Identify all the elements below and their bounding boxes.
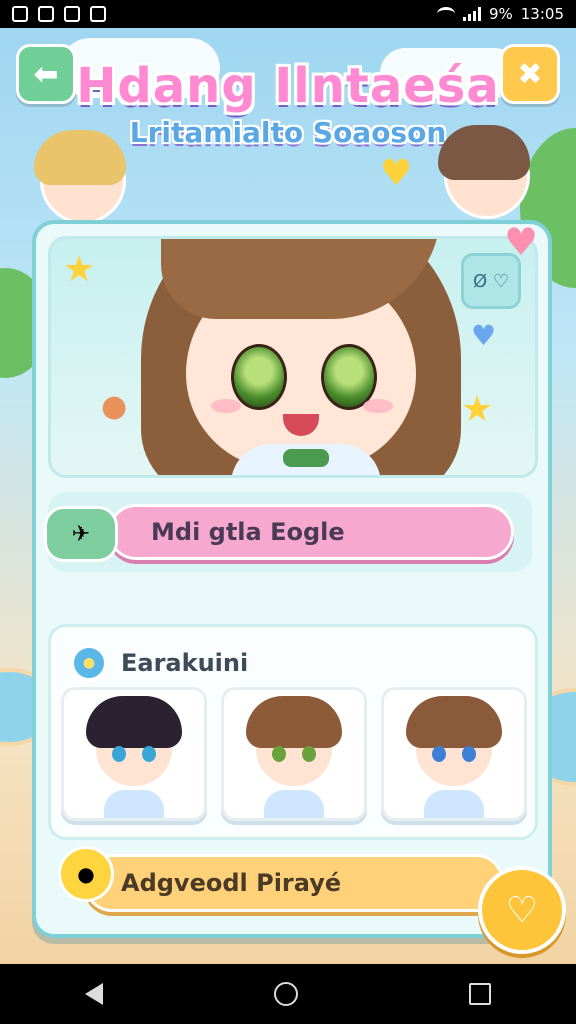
secondary-action-label: Adgveodl Pirayé (121, 869, 342, 897)
secondary-action-button[interactable]: Adgveodl Pirayé (84, 854, 504, 912)
card-eye (432, 746, 446, 762)
primary-action-button[interactable]: Mdi gtla Eogle (108, 504, 514, 560)
notification-icon (38, 6, 54, 22)
side-character-left (34, 130, 126, 224)
section-title: Earakuini (121, 649, 249, 677)
character-card[interactable] (61, 687, 207, 821)
emote-label: Ø ♡ (472, 270, 510, 292)
heart-icon: ♥ (471, 319, 497, 352)
heart-icon: ♡ (505, 889, 539, 931)
character-portrait: ★ ★ ♥ ● Ø ♡ (48, 236, 538, 478)
rocket-icon: ✈ (44, 506, 118, 562)
nav-back-icon[interactable] (85, 983, 104, 1005)
hero-eye-left (231, 344, 287, 410)
wifi-icon (436, 7, 455, 21)
cheek (211, 399, 241, 413)
section-header: ● Earakuini (71, 645, 248, 681)
card-eye (142, 746, 156, 762)
chick-icon: ● (58, 846, 114, 902)
character-select-section: ● Earakuini (48, 624, 538, 840)
battery-level: 9% (488, 5, 513, 23)
card-body (424, 790, 484, 818)
heart-icon: ♥ (504, 220, 539, 264)
system-nav-bar (0, 964, 576, 1024)
notification-icon (64, 6, 80, 22)
card-eye (272, 746, 286, 762)
notification-icons (12, 6, 106, 22)
game-scene: ⬅ ✖ Hdang Ilntaeśa Lritamialto Soaoson ♥… (0, 28, 576, 964)
signal-icon (462, 7, 481, 21)
card-eye (462, 746, 476, 762)
notification-icon (12, 6, 28, 22)
status-right: 9% 13:05 (436, 5, 564, 23)
character-card[interactable] (221, 687, 367, 821)
cheek (363, 399, 393, 413)
card-hair (406, 696, 502, 748)
primary-action-label: Mdi gtla Eogle (151, 518, 345, 546)
bow-tie (283, 449, 329, 467)
favorite-button[interactable]: ♡ (478, 866, 566, 954)
character-panel: ★ ★ ♥ ● Ø ♡ Mdi gtla Eogle ✈ ● Earakuini (32, 220, 552, 938)
clock: 13:05 (520, 5, 564, 23)
heart-icon: ♥ (380, 153, 413, 194)
badge-icon: ● (71, 645, 107, 681)
card-eye (112, 746, 126, 762)
pet-icon: ● (101, 389, 128, 424)
primary-action-row: Mdi gtla Eogle ✈ (44, 492, 532, 572)
notification-icon (90, 6, 106, 22)
card-hair (86, 696, 182, 748)
nav-recent-icon[interactable] (468, 983, 491, 1005)
card-body (264, 790, 324, 818)
star-icon: ★ (461, 389, 494, 430)
star-icon: ★ (63, 249, 96, 290)
card-eye (302, 746, 316, 762)
status-bar: 9% 13:05 (0, 0, 576, 28)
game-title: Hdang Ilntaeśa (76, 58, 500, 114)
side-character-right (438, 125, 530, 219)
card-hair (246, 696, 342, 748)
nav-home-icon[interactable] (273, 982, 298, 1006)
character-card[interactable] (381, 687, 527, 821)
card-body (104, 790, 164, 818)
